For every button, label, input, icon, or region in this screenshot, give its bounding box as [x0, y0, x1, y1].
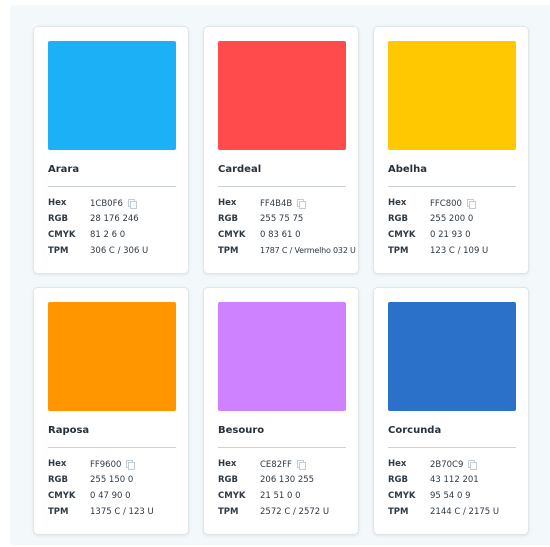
color-swatch	[48, 41, 176, 150]
color-swatch	[218, 41, 346, 150]
copy-icon[interactable]	[468, 460, 478, 470]
color-name: Arara	[48, 164, 80, 175]
color-swatch	[218, 302, 346, 411]
color-card-raposa: Raposa Hex FF9600 RGB 255 150 0 CMYK 0 4…	[33, 287, 189, 535]
color-card-arara: Arara Hex 1CB0F6 RGB 28 176 246 CMYK 81 …	[33, 26, 189, 274]
rgb-label: RGB	[218, 214, 239, 224]
copy-icon[interactable]	[127, 199, 137, 209]
rgb-value: 255 200 0	[430, 214, 474, 224]
hex-value[interactable]: 2B70C9	[430, 459, 478, 470]
color-swatch	[388, 302, 516, 411]
color-name: Raposa	[48, 425, 90, 436]
rgb-value: 255 150 0	[90, 475, 134, 485]
tpm-value: 306 C / 306 U	[90, 246, 149, 256]
color-name: Besouro	[218, 425, 265, 436]
rgb-value: 28 176 246	[90, 214, 139, 224]
color-card-corcunda: Corcunda Hex 2B70C9 RGB 43 112 201 CMYK …	[373, 287, 529, 535]
divider	[48, 186, 176, 187]
rgb-label: RGB	[48, 475, 69, 485]
hex-label: Hex	[48, 198, 67, 208]
tpm-label: TPM	[48, 507, 69, 517]
copy-icon[interactable]	[297, 199, 307, 209]
rgb-value: 206 130 255	[260, 475, 315, 485]
tpm-value: 2144 C / 2175 U	[430, 507, 500, 517]
copy-icon[interactable]	[296, 460, 306, 470]
tpm-label: TPM	[388, 246, 409, 256]
tpm-value: 1375 C / 123 U	[90, 507, 154, 517]
rgb-label: RGB	[388, 214, 409, 224]
color-name: Abelha	[388, 164, 427, 175]
divider	[218, 186, 346, 187]
tpm-label: TPM	[218, 246, 239, 256]
color-swatch	[48, 302, 176, 411]
hex-label: Hex	[388, 198, 407, 208]
rgb-value: 43 112 201	[430, 475, 479, 485]
tpm-label: TPM	[218, 507, 239, 517]
rgb-label: RGB	[388, 475, 409, 485]
hex-label: Hex	[218, 459, 237, 469]
tpm-value: 2572 C / 2572 U	[260, 507, 330, 517]
color-palette-panel: Arara Hex 1CB0F6 RGB 28 176 246 CMYK 81 …	[10, 5, 550, 545]
color-swatch	[388, 41, 516, 150]
divider	[218, 447, 346, 448]
hex-value[interactable]: FFC800	[430, 198, 476, 209]
cmyk-value: 95 54 0 9	[430, 491, 471, 501]
divider	[48, 447, 176, 448]
color-card-besouro: Besouro Hex CE82FF RGB 206 130 255 CMYK …	[203, 287, 359, 535]
color-card-cardeal: Cardeal Hex FF4B4B RGB 255 75 75 CMYK 0 …	[203, 26, 359, 274]
cmyk-label: CMYK	[218, 491, 246, 501]
hex-value[interactable]: FF9600	[90, 459, 136, 470]
cmyk-label: CMYK	[388, 230, 416, 240]
divider	[388, 447, 516, 448]
cmyk-label: CMYK	[48, 491, 76, 501]
color-name: Cardeal	[218, 164, 262, 175]
rgb-label: RGB	[218, 475, 239, 485]
rgb-label: RGB	[48, 214, 69, 224]
hex-value[interactable]: CE82FF	[260, 459, 306, 470]
cmyk-value: 0 47 90 0	[90, 491, 131, 501]
hex-label: Hex	[218, 198, 237, 208]
hex-label: Hex	[48, 459, 67, 469]
color-card-abelha: Abelha Hex FFC800 RGB 255 200 0 CMYK 0 2…	[373, 26, 529, 274]
cmyk-label: CMYK	[48, 230, 76, 240]
cmyk-value: 0 21 93 0	[430, 230, 471, 240]
copy-icon[interactable]	[126, 460, 136, 470]
divider	[388, 186, 516, 187]
color-name: Corcunda	[388, 425, 442, 436]
hex-value[interactable]: FF4B4B	[260, 198, 307, 209]
tpm-value: 123 C / 109 U	[430, 246, 489, 256]
cmyk-value: 81 2 6 0	[90, 230, 126, 240]
copy-icon[interactable]	[466, 199, 476, 209]
rgb-value: 255 75 75	[260, 214, 304, 224]
hex-value[interactable]: 1CB0F6	[90, 198, 137, 209]
tpm-label: TPM	[388, 507, 409, 517]
cmyk-label: CMYK	[218, 230, 246, 240]
tpm-value: 1787 C / Vermelho 032 U	[260, 246, 356, 255]
cmyk-value: 21 51 0 0	[260, 491, 301, 501]
cmyk-value: 0 83 61 0	[260, 230, 301, 240]
cmyk-label: CMYK	[388, 491, 416, 501]
hex-label: Hex	[388, 459, 407, 469]
tpm-label: TPM	[48, 246, 69, 256]
